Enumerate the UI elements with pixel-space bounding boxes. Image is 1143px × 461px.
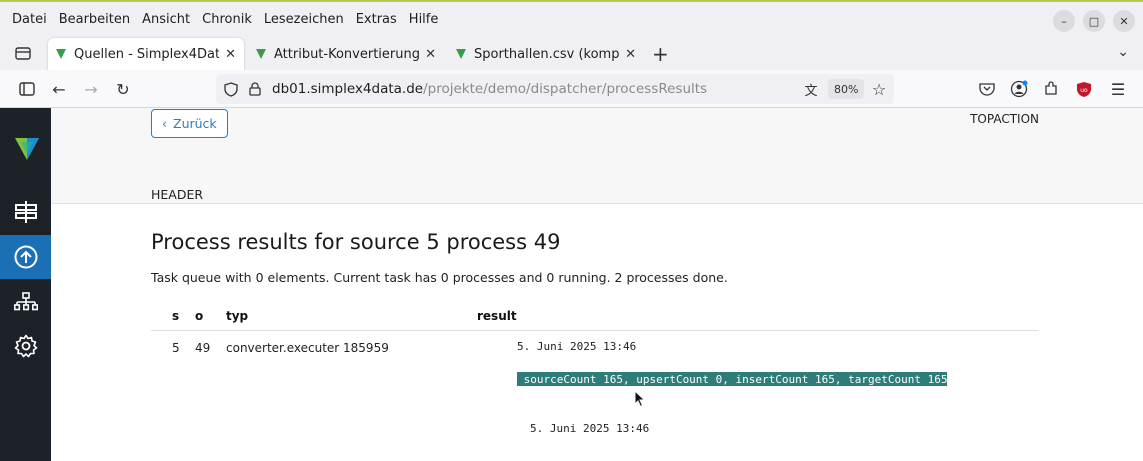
menu-ansicht[interactable]: Ansicht: [136, 12, 196, 27]
gear-icon: [14, 334, 37, 358]
close-window-button[interactable]: ✕: [1113, 10, 1135, 32]
back-button-label: Zurück: [173, 116, 217, 131]
sidebar-item-upload[interactable]: [0, 235, 51, 279]
menu-extras[interactable]: Extras: [350, 12, 403, 27]
simplex4data-logo-icon[interactable]: [15, 138, 39, 160]
bookmark-star-icon[interactable]: ☆: [870, 80, 888, 99]
column-header-result: result: [477, 309, 517, 323]
tab-attribut[interactable]: Attribut-Konvertierung 4 ✕: [248, 38, 444, 70]
hamburger-menu-icon[interactable]: ☰: [1109, 80, 1127, 99]
close-tab-icon[interactable]: ✕: [425, 47, 436, 62]
menu-lesezeichen[interactable]: Lesezeichen: [258, 12, 350, 27]
menu-bar: Datei Bearbeiten Ansicht Chronik Lesezei…: [0, 0, 1143, 36]
reload-icon[interactable]: ↻: [114, 80, 132, 99]
shield-icon[interactable]: [222, 80, 240, 98]
back-arrow-icon[interactable]: ←: [50, 80, 68, 99]
tab-label: Quellen - Simplex4Data: [74, 46, 220, 62]
navigation-bar: ← → ↻ db01.simplex4data.de/projekte/demo…: [0, 70, 1143, 108]
task-summary: Task queue with 0 elements. Current task…: [151, 270, 728, 285]
tab-overview-icon[interactable]: [14, 44, 32, 62]
back-button[interactable]: ‹ Zurück: [151, 109, 228, 138]
topaction-label: TOPACTION: [970, 112, 1039, 126]
translate-icon[interactable]: 文: [802, 80, 820, 99]
svg-text:uo: uo: [1080, 87, 1088, 94]
chevron-down-icon[interactable]: ⌄: [1117, 44, 1129, 60]
chevron-left-icon: ‹: [162, 116, 167, 131]
new-tab-icon[interactable]: +: [652, 42, 669, 66]
zoom-indicator[interactable]: 80%: [828, 79, 865, 99]
column-header-o: o: [195, 309, 204, 323]
simplex-favicon-icon: [256, 49, 266, 59]
minimize-button[interactable]: –: [1053, 10, 1075, 32]
tab-bar: Quellen - Simplex4Data ✕ Attribut-Konver…: [0, 36, 1143, 70]
header-label: HEADER: [151, 187, 204, 202]
maximize-button[interactable]: □: [1083, 10, 1105, 32]
close-tab-icon[interactable]: ✕: [225, 47, 236, 62]
result-timestamp: 5. Juni 2025 13:46: [530, 422, 650, 435]
close-tab-icon[interactable]: ✕: [625, 47, 636, 62]
tab-label: Sporthallen.csv (komplett: [474, 46, 620, 62]
tab-label: Attribut-Konvertierung 4: [274, 46, 420, 62]
account-icon[interactable]: [1010, 80, 1028, 98]
tab-quellen[interactable]: Quellen - Simplex4Data ✕: [48, 38, 244, 70]
sidebar-item-structure[interactable]: [0, 280, 51, 324]
column-header-s: s: [172, 309, 180, 323]
simplex-favicon-icon: [56, 49, 66, 59]
url-host: db01.simplex4data.de: [272, 81, 424, 97]
page-title: Process results for source 5 process 49: [151, 230, 561, 254]
menu-chronik[interactable]: Chronik: [196, 12, 258, 27]
cell-typ: converter.executer 185959: [226, 341, 389, 355]
extensions-icon[interactable]: [1042, 80, 1060, 98]
url-path: /projekte/demo/dispatcher/processResults: [423, 81, 708, 97]
main-content: ‹ Zurück TOPACTION HEADER Process result…: [51, 108, 1143, 461]
ublock-icon[interactable]: uo: [1075, 80, 1093, 98]
sidebar-toggle-icon[interactable]: [18, 80, 36, 98]
sitemap-icon: [13, 292, 38, 311]
forward-arrow-icon[interactable]: →: [82, 80, 100, 99]
simplex-favicon-icon: [456, 49, 466, 59]
sidebar-item-settings[interactable]: [0, 324, 51, 368]
lock-icon[interactable]: [246, 80, 264, 98]
column-header-typ: typ: [226, 309, 249, 323]
results-table-header: s o typ result: [151, 307, 1039, 331]
tab-sporthallen[interactable]: Sporthallen.csv (komplett ✕: [448, 38, 644, 70]
url-text[interactable]: db01.simplex4data.de/projekte/demo/dispa…: [272, 81, 707, 97]
pocket-icon[interactable]: [978, 80, 996, 98]
cell-s: 5: [172, 341, 180, 355]
result-counts: sourceCount 165, upsertCount 0, insertCo…: [517, 372, 948, 386]
menu-hilfe[interactable]: Hilfe: [403, 12, 445, 27]
menu-bearbeiten[interactable]: Bearbeiten: [53, 12, 136, 27]
result-timestamp: 5. Juni 2025 13:46: [517, 340, 637, 353]
signpost-icon: [14, 201, 37, 223]
top-band: ‹ Zurück TOPACTION HEADER: [51, 108, 1143, 204]
menu-datei[interactable]: Datei: [0, 12, 53, 27]
app-sidebar: [0, 108, 51, 461]
url-bar[interactable]: db01.simplex4data.de/projekte/demo/dispa…: [216, 74, 894, 104]
upload-arrow-icon: [14, 245, 37, 269]
sidebar-item-sources[interactable]: [0, 190, 51, 234]
mouse-cursor-icon: [634, 390, 646, 408]
cell-o: 49: [195, 341, 211, 355]
